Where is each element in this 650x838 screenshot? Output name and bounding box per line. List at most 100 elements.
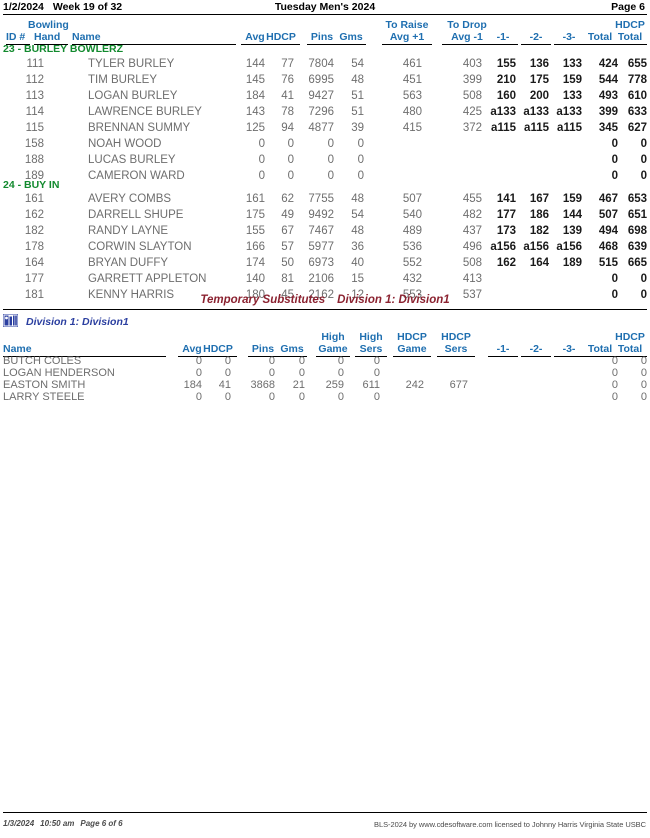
colhead-hdcp-total-top: HDCP <box>615 19 645 31</box>
cell-to-drop: 437 <box>462 225 482 237</box>
cell-game-1: 141 <box>496 193 516 205</box>
cell-id: 111 <box>26 58 44 70</box>
cell-avg: 0 <box>258 154 265 166</box>
colhead-avg-plus-1: Avg +1 <box>382 31 432 45</box>
cell-hdcp: 76 <box>281 74 294 86</box>
cell-pins: 7467 <box>308 225 334 237</box>
subs-colhead-high-top: High <box>321 331 345 343</box>
cell-hdcp: 57 <box>281 241 294 253</box>
cell-game-2: a115 <box>524 122 549 134</box>
subs-colhead-hdcp-game-top: HDCP <box>397 331 427 343</box>
subs-cell-pins: 0 <box>268 391 275 403</box>
cell-to-raise: 415 <box>402 122 422 134</box>
cell-avg: 145 <box>245 74 265 86</box>
table-row: 113 LOGAN BURLEY 184 41 9427 51 563 508 … <box>0 88 650 104</box>
cell-id: 182 <box>24 225 44 237</box>
cell-game-1: 177 <box>496 209 516 221</box>
subs-colhead-high-sers-top: High <box>359 331 383 343</box>
cell-avg: 184 <box>245 90 265 102</box>
cell-avg: 125 <box>245 122 265 134</box>
cell-game-3: a156 <box>556 241 582 253</box>
cell-gms: 48 <box>351 193 364 205</box>
cell-avg: 166 <box>245 241 265 253</box>
cell-pins: 6995 <box>308 74 334 86</box>
report-header: 1/2/2024 Week 19 of 32 Tuesday Men's 2024… <box>0 0 650 15</box>
temporary-substitutes-banner: Temporary Substitutes Division 1: Divisio… <box>0 294 650 306</box>
cell-game-2: 164 <box>529 257 549 269</box>
cell-pins: 4877 <box>308 122 334 134</box>
cell-game-1: 210 <box>496 74 516 86</box>
cell-pins: 9427 <box>308 90 334 102</box>
cell-gms: 48 <box>351 225 364 237</box>
cell-avg: 0 <box>258 170 265 182</box>
subs-cell-name: LARRY STEELE <box>3 391 85 403</box>
table-row: 112 TIM BURLEY 145 76 6995 48 451 399 21… <box>0 72 650 88</box>
cell-game-2: 167 <box>529 193 549 205</box>
cell-hdcp-total: 665 <box>627 257 647 269</box>
colhead-avg-minus-1: Avg -1 <box>442 31 492 45</box>
cell-game-1: 160 <box>496 90 516 102</box>
cell-id: 114 <box>25 106 44 118</box>
cell-avg: 175 <box>245 209 265 221</box>
cell-game-2: 136 <box>529 58 549 70</box>
cell-id: 162 <box>24 209 44 221</box>
cell-game-3: 159 <box>562 193 582 205</box>
cell-hdcp: 77 <box>281 58 294 70</box>
cell-id: 188 <box>24 154 44 166</box>
cell-to-drop: 403 <box>462 58 482 70</box>
cell-to-raise: 507 <box>402 193 422 205</box>
subs-colhead-hdcp-total-top: HDCP <box>615 331 645 343</box>
cell-name: CORWIN SLAYTON <box>88 241 192 253</box>
cell-hdcp-total: 610 <box>627 90 647 102</box>
cell-game-3: 133 <box>562 58 582 70</box>
footer-rule <box>3 812 647 813</box>
cell-name: GARRETT APPLETON <box>88 273 207 285</box>
cell-hdcp-total: 698 <box>627 225 647 237</box>
cell-to-drop: 455 <box>462 193 482 205</box>
cell-id: 115 <box>25 122 44 134</box>
cell-game-2: 186 <box>529 209 549 221</box>
cell-name: CAMERON WARD <box>88 170 185 182</box>
list-item: LARRY STEELE 0 0 0 0 0 0 0 0 <box>0 389 650 405</box>
cell-gms: 0 <box>357 170 364 182</box>
colhead-game-2: -2- <box>521 31 551 45</box>
cell-id: 161 <box>24 193 44 205</box>
cell-hdcp: 49 <box>281 209 294 221</box>
cell-game-1: 162 <box>496 257 516 269</box>
cell-game-3: 159 <box>562 74 582 86</box>
table-row: 189 CAMERON WARD 0 0 0 0 0 0 <box>0 168 650 184</box>
cell-hdcp-total: 627 <box>627 122 647 134</box>
subs-banner-rule <box>3 309 647 310</box>
cell-to-drop: 482 <box>462 209 482 221</box>
cell-hdcp: 0 <box>287 138 294 150</box>
cell-hdcp-total: 0 <box>640 154 647 166</box>
cell-game-2: 200 <box>529 90 549 102</box>
cell-game-1: 173 <box>496 225 516 237</box>
cell-to-raise: 461 <box>402 58 422 70</box>
cell-hdcp-total: 778 <box>627 74 647 86</box>
cell-hdcp: 81 <box>281 273 294 285</box>
report-title: Tuesday Men's 2024 <box>274 1 376 13</box>
cell-game-3: a115 <box>557 122 582 134</box>
footer-credit: BLS-2024 by www.cdesoftware.com licensed… <box>374 820 646 829</box>
cell-pins: 2106 <box>308 273 334 285</box>
table-row: 162 DARRELL SHUPE 175 49 9492 54 540 482… <box>0 207 650 223</box>
footer-page: Page 6 of 6 <box>80 819 123 828</box>
cell-to-drop: 508 <box>462 90 482 102</box>
cell-hdcp-total: 639 <box>627 241 647 253</box>
cell-to-raise: 552 <box>402 257 422 269</box>
cell-to-raise: 536 <box>402 241 422 253</box>
colhead-hdcp-total: Total <box>613 31 647 45</box>
cell-pins: 0 <box>327 154 334 166</box>
cell-name: BRYAN DUFFY <box>88 257 169 269</box>
cell-to-raise: 489 <box>402 225 422 237</box>
colhead-gms: Gms <box>336 31 366 45</box>
cell-hdcp-total: 655 <box>627 58 647 70</box>
subs-cell-gms: 0 <box>298 391 305 403</box>
cell-hdcp: 50 <box>281 257 294 269</box>
cell-id: 113 <box>25 90 44 102</box>
report-page: 1/2/2024 Week 19 of 32 Tuesday Men's 2024… <box>0 0 650 838</box>
cell-game-1: 155 <box>496 58 516 70</box>
bowling-pins-icon <box>2 313 19 328</box>
cell-id: 177 <box>24 273 44 285</box>
